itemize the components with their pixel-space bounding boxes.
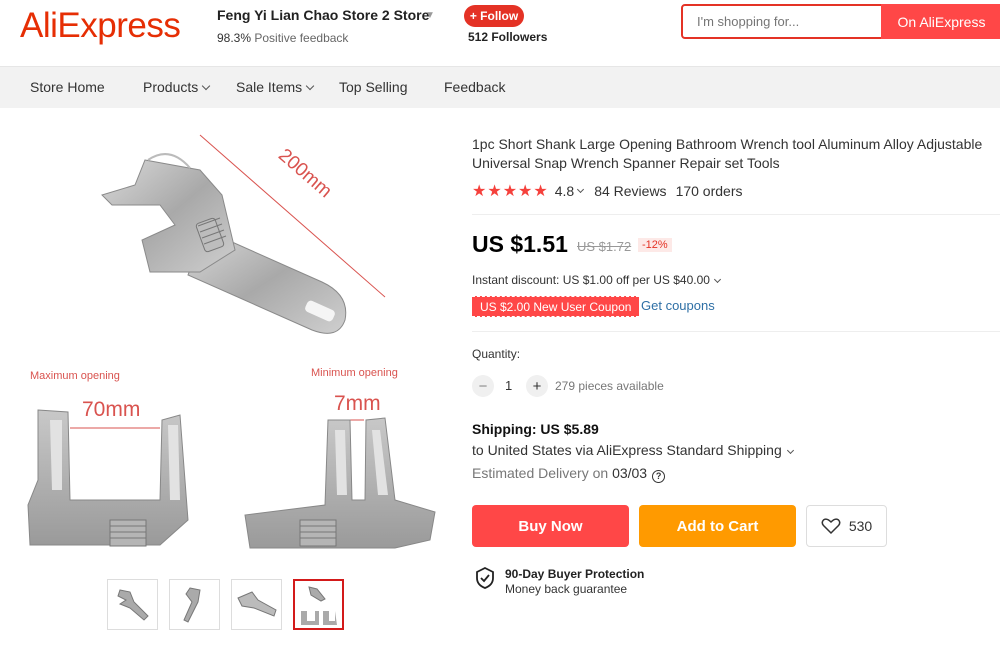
thumbnail-1[interactable] [107, 579, 158, 630]
nav-store-home[interactable]: Store Home [30, 79, 105, 95]
star-icon: ★ [533, 183, 548, 200]
orders-count: 170 orders [675, 183, 743, 199]
shipping-destination-text: to United States via AliExpress Standard… [472, 442, 782, 458]
nav-products[interactable]: Products [143, 79, 211, 95]
follow-button[interactable]: + Follow [464, 5, 524, 27]
chevron-down-icon[interactable] [577, 185, 585, 193]
search-bar: On AliExpress [681, 4, 1000, 39]
protection-subtitle: Money back guarantee [505, 582, 628, 596]
shield-check-icon [476, 566, 494, 589]
thumbnail-4[interactable] [293, 579, 344, 630]
reviews-link[interactable]: 84 Reviews [594, 183, 666, 199]
store-feedback: 98.3% Positive feedback [217, 31, 348, 45]
get-coupons-link[interactable]: Get coupons [641, 298, 715, 313]
max-opening-illustration: Maximum opening 70mm [27, 370, 189, 547]
estimated-delivery: Estimated Delivery on 03/03? [472, 465, 666, 483]
instant-discount-text: Instant discount: US $1.00 off per US $4… [472, 273, 710, 287]
new-user-coupon[interactable]: US $2.00 New User Coupon [472, 296, 640, 317]
nav-feedback[interactable]: Feedback [444, 79, 505, 95]
divider [472, 331, 1000, 332]
thumbnail-3[interactable] [231, 579, 282, 630]
wrench-thumbnail-image [183, 587, 201, 623]
chevron-down-icon [786, 446, 794, 455]
star-icon: ★ [472, 183, 487, 200]
header: AliExpress Feng Yi Lian Chao Store 2 Sto… [0, 0, 1000, 66]
wrench-thumbnail-image [117, 589, 149, 621]
nav-sale-items-label: Sale Items [236, 79, 303, 95]
star-icon: ★ [502, 183, 518, 200]
quantity-label: Quantity: [472, 347, 521, 361]
buyer-protection: 90-Day Buyer Protection Money back guara… [474, 566, 644, 596]
search-input[interactable] [683, 6, 881, 37]
estimated-date: 03/03 [612, 465, 648, 481]
shipping-destination[interactable]: to United States via AliExpress Standard… [472, 442, 794, 458]
wrench-top-illustration: 200mm [101, 134, 386, 334]
heart-icon [821, 518, 841, 535]
followers-count: 512 Followers [468, 30, 548, 44]
quantity-value[interactable]: 1 [505, 378, 512, 393]
divider [472, 214, 1000, 215]
min-opening-title: Minimum opening [311, 367, 398, 379]
product-main-image[interactable]: 200mm Maximum opening 70mm Minimum openi… [0, 108, 455, 646]
max-opening-value: 70mm [82, 398, 140, 421]
chevron-down-icon [305, 81, 315, 91]
quantity-decrease-button[interactable]: − [472, 375, 494, 397]
buy-now-button[interactable]: Buy Now [472, 505, 629, 547]
feedback-percent: 98.3% [217, 31, 252, 45]
nav-top-selling[interactable]: Top Selling [339, 79, 408, 95]
discount-badge: -12% [638, 238, 672, 252]
wishlist-button[interactable]: 530 [806, 505, 887, 547]
search-button[interactable]: On AliExpress [881, 4, 1000, 39]
protection-title: 90-Day Buyer Protection [505, 567, 645, 581]
original-price: US $1.72 [577, 239, 632, 254]
star-icon: ★ [487, 183, 502, 200]
instant-discount[interactable]: Instant discount: US $1.00 off per US $4… [472, 273, 721, 287]
current-price: US $1.51 [472, 231, 568, 257]
store-dropdown-icon[interactable]: ▼ [425, 10, 435, 21]
product-title: 1pc Short Shank Large Opening Bathroom W… [472, 136, 983, 171]
quantity-increase-button[interactable]: + [526, 375, 548, 397]
estimated-label: Estimated Delivery on [472, 465, 609, 481]
shipping-price: Shipping: US $5.89 [472, 421, 599, 437]
wishlist-count: 530 [848, 518, 873, 534]
wrench-thumbnail-image [301, 586, 337, 625]
thumbnail-2[interactable] [169, 579, 220, 630]
star-icon: ★ [518, 183, 533, 200]
rating-row: ★ ★ ★ ★ ★ 4.8 84 Reviews 170 orders [472, 182, 743, 200]
rating-value[interactable]: 4.8 [555, 183, 574, 199]
pieces-available: 279 pieces available [555, 379, 664, 393]
chevron-down-icon [713, 275, 721, 284]
chevron-down-icon [202, 81, 211, 91]
question-icon[interactable]: ? [652, 469, 666, 483]
feedback-label: Positive feedback [254, 31, 349, 45]
nav-products-label: Products [143, 79, 199, 95]
add-to-cart-button[interactable]: Add to Cart [639, 505, 796, 547]
min-opening-illustration: Minimum opening 7mm [244, 367, 436, 549]
length-label: 200mm [274, 145, 336, 202]
store-name[interactable]: Feng Yi Lian Chao Store 2 Store [217, 7, 429, 23]
wrench-thumbnail-image [237, 591, 277, 617]
min-opening-value: 7mm [334, 392, 381, 415]
aliexpress-logo[interactable]: AliExpress [20, 6, 181, 46]
store-nav: Store Home Products Sale Items Top Selli… [0, 66, 1000, 108]
nav-sale-items[interactable]: Sale Items [236, 79, 315, 95]
max-opening-title: Maximum opening [30, 370, 120, 382]
